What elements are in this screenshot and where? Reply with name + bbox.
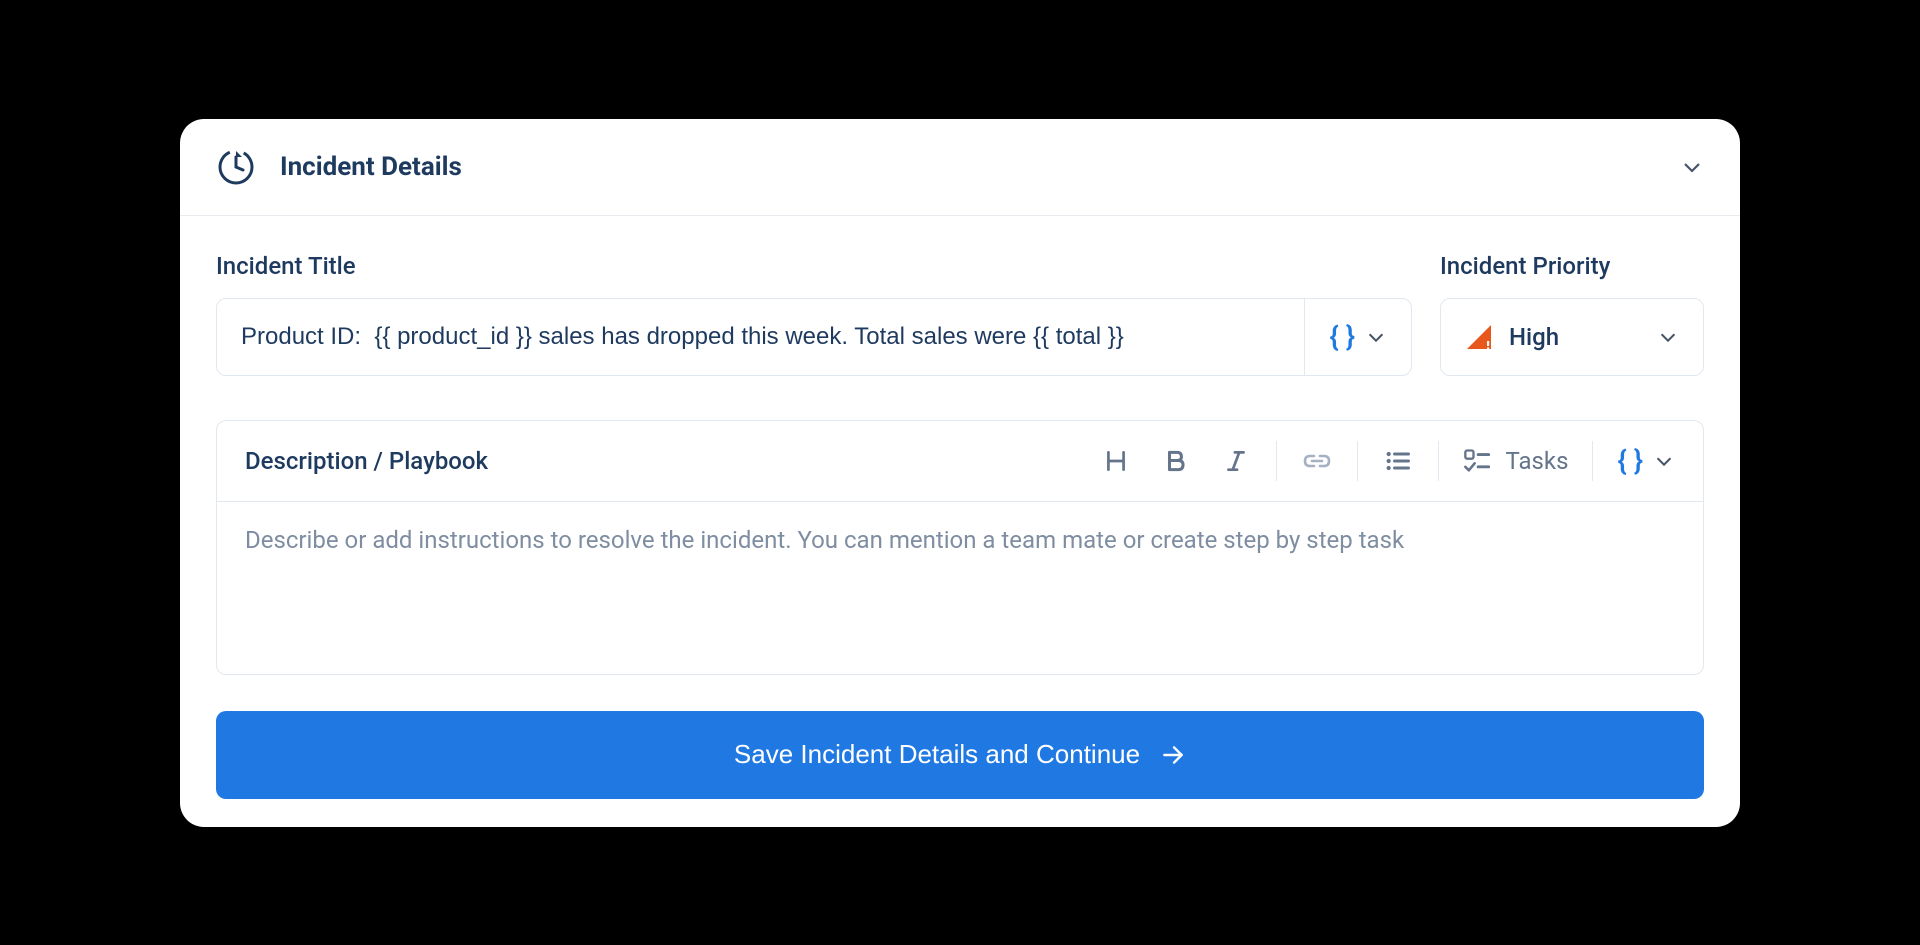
incident-priority-label: Incident Priority [1440, 252, 1704, 280]
editor-insert-variable-button[interactable]: { } [1593, 444, 1675, 477]
card-content: Incident Title { } Incident Priority [180, 216, 1740, 827]
link-icon [1302, 450, 1332, 472]
bullet-list-icon [1384, 447, 1412, 475]
incident-title-input[interactable] [217, 299, 1304, 375]
priority-high-icon [1465, 323, 1493, 351]
priority-left: High [1465, 323, 1559, 351]
editor-label: Description / Playbook [245, 447, 488, 475]
braces-icon: { } [1329, 320, 1355, 353]
incident-title-field: Incident Title { } [216, 252, 1412, 376]
tasks-icon [1463, 447, 1491, 475]
bold-button[interactable] [1160, 445, 1192, 477]
heading-icon [1103, 448, 1129, 474]
priority-value: High [1509, 323, 1559, 351]
toolbar-list-group [1358, 445, 1438, 477]
toolbar-controls: Tasks { } [1076, 441, 1675, 481]
tasks-button[interactable]: Tasks [1463, 445, 1568, 477]
italic-button[interactable] [1220, 445, 1252, 477]
bullet-list-button[interactable] [1382, 445, 1414, 477]
toolbar-link-group [1277, 445, 1357, 477]
description-editor: Description / Playbook [216, 420, 1704, 675]
toolbar-tasks-group: Tasks [1439, 445, 1592, 477]
editor-body [217, 502, 1703, 674]
arrow-right-icon [1160, 742, 1186, 768]
form-row: Incident Title { } Incident Priority [216, 252, 1704, 376]
card-header: Incident Details [180, 119, 1740, 216]
incident-priority-select[interactable]: High [1440, 298, 1704, 376]
page-title: Incident Details [280, 152, 462, 182]
italic-icon [1223, 448, 1249, 474]
heading-button[interactable] [1100, 445, 1132, 477]
header-left: Incident Details [216, 147, 462, 187]
save-button-label: Save Incident Details and Continue [734, 739, 1140, 770]
editor-toolbar: Description / Playbook [217, 421, 1703, 502]
incident-title-input-wrapper: { } [216, 298, 1412, 376]
braces-icon: { } [1617, 444, 1643, 477]
incident-clock-icon [216, 147, 256, 187]
description-textarea[interactable] [245, 526, 1675, 646]
collapse-toggle[interactable] [1680, 155, 1704, 179]
insert-variable-button[interactable]: { } [1304, 299, 1411, 375]
save-and-continue-button[interactable]: Save Incident Details and Continue [216, 711, 1704, 799]
chevron-down-icon [1365, 326, 1387, 348]
incident-priority-field: Incident Priority High [1440, 252, 1704, 376]
tasks-label: Tasks [1505, 447, 1568, 475]
chevron-down-icon [1653, 450, 1675, 472]
bold-icon [1163, 448, 1189, 474]
toolbar-format-group [1076, 445, 1276, 477]
incident-details-card: Incident Details Incident Title { } [180, 119, 1740, 827]
link-button[interactable] [1301, 445, 1333, 477]
incident-title-label: Incident Title [216, 252, 1412, 280]
chevron-down-icon [1680, 155, 1704, 179]
chevron-down-icon [1657, 326, 1679, 348]
